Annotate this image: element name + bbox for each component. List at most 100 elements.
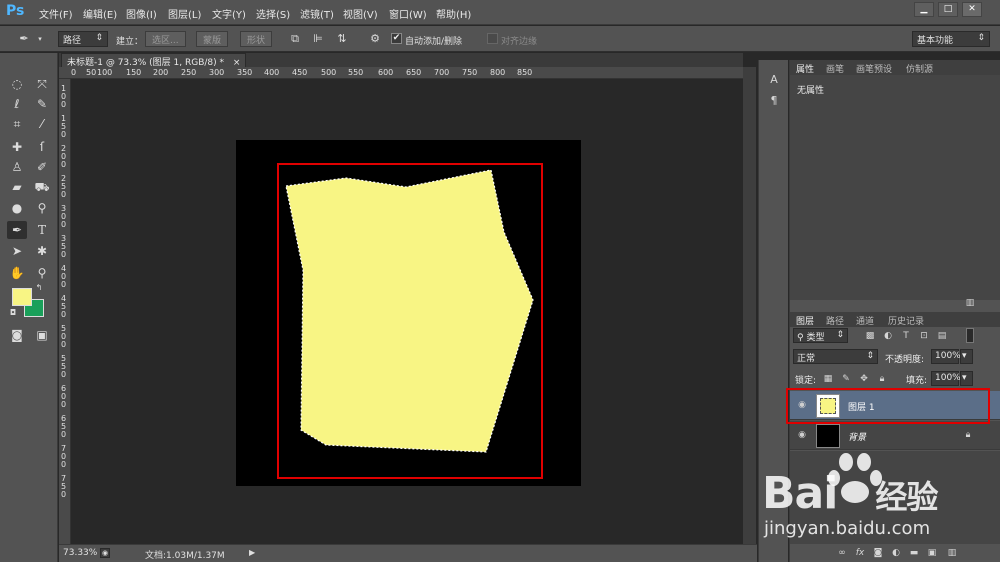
tab-brush-presets[interactable]: 画笔预设 — [856, 62, 892, 75]
document-size: 文档:1.03M/1.37M — [145, 551, 225, 561]
layer-name[interactable]: 背景 — [848, 430, 866, 443]
move-tool-icon[interactable]: ⤧ — [32, 75, 52, 93]
spot-healing-tool-icon[interactable]: ✚ — [7, 138, 27, 156]
tab-clone-source[interactable]: 仿制源 — [906, 62, 933, 75]
crop-tool-icon[interactable]: ⌗ — [7, 115, 27, 133]
new-layer-icon[interactable]: ▣ — [926, 547, 938, 559]
pen-tool-icon[interactable]: ✒ — [7, 221, 27, 239]
paragraph-panel-icon[interactable]: ¶ — [768, 95, 780, 107]
dodge-tool-icon[interactable]: ⚲ — [32, 199, 52, 217]
eye-icon[interactable]: ◉ — [796, 430, 808, 440]
menu-select[interactable]: 选择(S) — [256, 6, 290, 21]
hand-tool-icon[interactable]: ✋ — [7, 264, 27, 282]
paint-bucket-tool-icon[interactable]: ⛟ — [32, 178, 52, 196]
link-layers-icon[interactable]: ∞ — [836, 547, 848, 559]
tab-layers[interactable]: 图层 — [796, 314, 814, 327]
menu-filter[interactable]: 滤镜(T) — [300, 6, 334, 21]
menu-view[interactable]: 视图(V) — [343, 6, 378, 21]
path-alignment-icon[interactable]: ⊫ — [311, 32, 325, 46]
path-operations-icon[interactable]: ⧉ — [288, 32, 302, 46]
auto-add-delete-checkbox[interactable]: ✔ — [391, 33, 402, 44]
adjustment-filter-icon[interactable]: ◐ — [882, 330, 894, 342]
pen-tool-icon[interactable]: ✒ — [17, 32, 31, 46]
tab-brush[interactable]: 画笔 — [826, 62, 844, 75]
type-filter-icon[interactable]: T — [900, 330, 912, 342]
share-icon[interactable]: ◉ — [100, 548, 110, 558]
blur-tool-icon[interactable]: ● — [7, 199, 27, 217]
close-button[interactable]: ✕ — [962, 2, 982, 17]
minimize-button[interactable]: ▁ — [914, 2, 934, 17]
swap-colors-icon[interactable]: ↰ — [34, 283, 44, 293]
tab-properties[interactable]: 属性 — [796, 62, 814, 75]
blend-mode-dropdown[interactable]: 正常 ⇕ — [793, 349, 878, 364]
maximize-button[interactable]: □ — [938, 2, 958, 17]
layer-row-background[interactable]: ◉ 背景 🔒︎ — [790, 421, 1000, 450]
menu-bar: Ps 文件(F) 编辑(E) 图像(I) 图层(L) 文字(Y) 选择(S) 滤… — [0, 0, 1000, 25]
lasso-tool-icon[interactable]: ℓ — [7, 95, 27, 113]
marquee-tool-icon[interactable]: ◌ — [7, 75, 27, 93]
opacity-chevron-icon[interactable]: ▾ — [960, 349, 973, 364]
opacity-input[interactable]: 100% — [931, 349, 961, 364]
layers-panel-empty-area — [790, 451, 1000, 544]
panels-dock: 属性 画笔 画笔预设 仿制源 无属性 ▥ 图层 路径 通道 历史记录 ⚲ 类型 ⇕… — [786, 60, 1000, 562]
quick-selection-tool-icon[interactable]: ✎ — [32, 95, 52, 113]
path-selection-tool-icon[interactable]: ➤ — [7, 242, 27, 260]
document-canvas[interactable] — [236, 140, 581, 486]
new-group-icon[interactable]: ▬ — [908, 547, 920, 559]
menu-edit[interactable]: 编辑(E) — [83, 6, 117, 21]
history-brush-tool-icon[interactable]: ✐ — [32, 158, 52, 176]
screen-mode-icon[interactable]: ▣ — [32, 326, 52, 344]
type-tool-icon[interactable]: T — [32, 221, 52, 239]
zoom-tool-icon[interactable]: ⚲ — [32, 264, 52, 282]
trash-icon[interactable]: ▥ — [946, 547, 958, 559]
make-selection-button[interactable]: 选区... — [145, 31, 186, 47]
menu-image[interactable]: 图像(I) — [126, 6, 157, 21]
menu-help[interactable]: 帮助(H) — [436, 6, 471, 21]
align-edges-checkbox[interactable] — [487, 33, 498, 44]
path-arrangement-icon[interactable]: ⇅ — [335, 32, 349, 46]
tab-paths[interactable]: 路径 — [826, 314, 844, 327]
custom-shape-tool-icon[interactable]: ✱ — [32, 242, 52, 260]
lock-position-icon[interactable]: ✥ — [858, 373, 870, 385]
add-mask-icon[interactable]: ◙ — [872, 547, 884, 559]
lock-pixels-icon[interactable]: ✎ — [840, 373, 852, 385]
document-tab[interactable]: 未标题-1 @ 73.3% (图层 1, RGB/8) * × — [61, 53, 247, 68]
default-colors-icon[interactable]: ◘ — [8, 308, 18, 318]
adjustment-layer-icon[interactable]: ◐ — [890, 547, 902, 559]
zoom-level[interactable]: 73.33% — [63, 548, 97, 558]
foreground-color-swatch[interactable] — [12, 288, 32, 306]
pixel-filter-icon[interactable]: ▩ — [864, 330, 876, 342]
trash-icon[interactable]: ▥ — [964, 297, 976, 309]
status-menu-arrow-icon[interactable]: ▶ — [249, 548, 259, 557]
chevron-down-icon: ⇕ — [866, 351, 874, 361]
shape-filter-icon[interactable]: ⊡ — [918, 330, 930, 342]
lock-label: 锁定: — [795, 376, 817, 386]
lock-all-icon[interactable]: 🔒︎ — [876, 373, 888, 385]
pen-mode-dropdown[interactable]: 路径 ⇕ — [58, 31, 108, 47]
clone-stamp-tool-icon[interactable]: ♙ — [7, 158, 27, 176]
menu-layer[interactable]: 图层(L) — [168, 6, 201, 21]
menu-type[interactable]: 文字(Y) — [212, 6, 246, 21]
menu-file[interactable]: 文件(F) — [39, 6, 73, 21]
brush-tool-icon[interactable]: ſ — [32, 138, 52, 156]
filter-toggle-switch[interactable] — [966, 328, 974, 343]
eyedropper-tool-icon[interactable]: ⁄ — [32, 115, 52, 133]
tool-preset-chevron-icon[interactable]: ▾ — [33, 32, 47, 46]
fill-input[interactable]: 100% — [931, 371, 961, 386]
smart-object-filter-icon[interactable]: ▤ — [936, 330, 948, 342]
make-mask-button[interactable]: 蒙版 — [196, 31, 229, 47]
tab-channels[interactable]: 通道 — [856, 314, 874, 327]
gear-icon[interactable]: ⚙ — [368, 32, 382, 46]
layer-filter-dropdown[interactable]: ⚲ 类型 ⇕ — [793, 328, 848, 343]
make-shape-button[interactable]: 形状 — [240, 31, 273, 47]
quick-mask-icon[interactable]: ◙ — [7, 326, 27, 344]
eraser-tool-icon[interactable]: ▰ — [7, 178, 27, 196]
fill-chevron-icon[interactable]: ▾ — [960, 371, 973, 386]
tab-history[interactable]: 历史记录 — [888, 314, 924, 327]
menu-window[interactable]: 窗口(W) — [389, 6, 427, 21]
workspace-dropdown[interactable]: 基本功能 ⇕ — [912, 31, 990, 47]
layer-style-icon[interactable]: fx — [854, 547, 866, 559]
vertical-scrollbar[interactable] — [743, 67, 756, 544]
character-panel-icon[interactable]: A — [768, 74, 780, 86]
lock-transparent-icon[interactable]: ▦ — [822, 373, 834, 385]
